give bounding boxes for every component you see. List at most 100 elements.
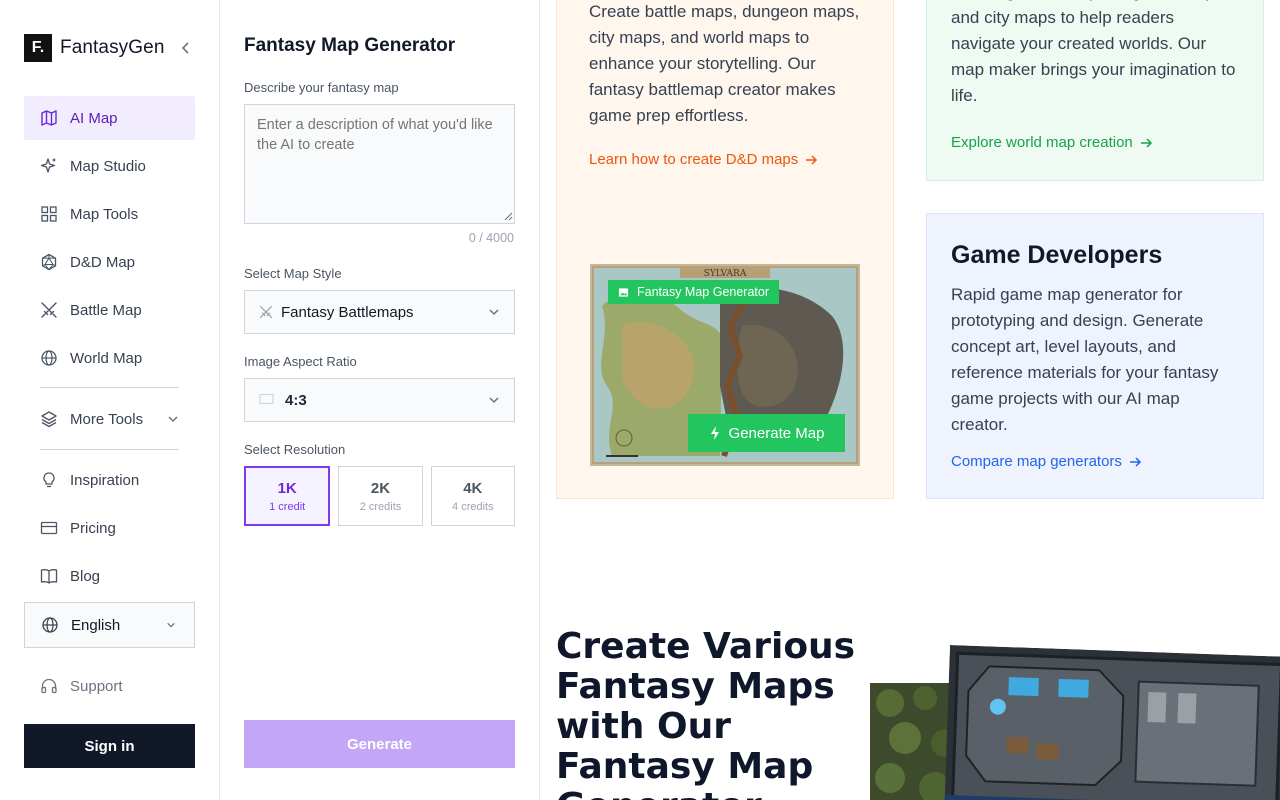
generate-button[interactable]: Generate <box>244 720 515 768</box>
d20-icon <box>40 253 58 271</box>
world-card-link[interactable]: Explore world map creation <box>951 134 1153 151</box>
sparkles-icon <box>40 157 58 175</box>
lightning-icon <box>710 426 719 440</box>
sidebar-item-ai-map[interactable]: AI Map <box>24 96 195 140</box>
main-content: Create battle maps, dungeon maps, city m… <box>540 0 1280 800</box>
resolution-value: 4K <box>463 479 483 497</box>
sidebar-item-dnd-map[interactable]: D&D Map <box>24 240 195 284</box>
image-icon <box>618 287 629 297</box>
collapse-sidebar-button[interactable] <box>176 38 196 58</box>
char-counter: 0 / 4000 <box>468 231 514 245</box>
resolution-credits: 1 credit <box>269 500 306 513</box>
game-card-heading: Game Developers <box>951 241 1163 269</box>
crossed-swords-icon <box>259 305 273 319</box>
sidebar-item-blog[interactable]: Blog <box>24 554 195 598</box>
game-card-text: Rapid game map generator for prototyping… <box>951 285 1219 434</box>
sidebar-item-label: D&D Map <box>70 253 136 271</box>
grid-icon <box>40 205 58 223</box>
description-input[interactable] <box>244 104 515 224</box>
language-select[interactable]: English <box>24 602 195 648</box>
generate-map-button[interactable]: Generate Map <box>688 414 845 452</box>
language-value: English <box>71 616 121 634</box>
sidebar-item-label: Pricing <box>70 519 116 537</box>
sidebar-item-label: Inspiration <box>70 471 140 489</box>
map-icon <box>40 109 58 127</box>
svg-text:SYLVARA: SYLVARA <box>704 269 747 279</box>
chevron-down-icon <box>166 620 176 630</box>
aspect-ratio-select[interactable]: 4:3 <box>244 378 515 422</box>
sidebar-item-inspiration[interactable]: Inspiration <box>24 458 195 502</box>
headphones-icon <box>40 677 58 695</box>
generator-panel: Fantasy Map Generator Describe your fant… <box>220 0 540 800</box>
lightbulb-icon <box>40 471 58 489</box>
game-card-link-label: Compare map generators <box>951 453 1122 470</box>
style-label: Select Map Style <box>244 266 342 281</box>
globe-icon <box>40 349 58 367</box>
brand: F. FantasyGen <box>24 34 196 62</box>
resolution-credits: 2 credits <box>359 500 402 513</box>
dnd-card-link-label: Learn how to create D&D maps <box>589 151 799 168</box>
globe-icon <box>41 616 59 634</box>
world-map-card: stunning world maps, regional maps, and … <box>926 0 1264 181</box>
chevron-down-icon <box>167 413 179 425</box>
sidebar-item-label: Map Studio <box>70 157 146 175</box>
chevron-down-icon <box>488 306 500 318</box>
brand-logo[interactable]: F. <box>24 34 52 62</box>
arrow-right-icon <box>1129 456 1141 467</box>
game-developers-card: Game Developers Rapid game map generator… <box>926 213 1264 499</box>
sidebar-divider <box>40 449 179 450</box>
rectangle-icon <box>259 393 275 407</box>
map-badge-label: Fantasy Map Generator <box>637 285 770 299</box>
sidebar-divider <box>40 387 179 388</box>
resolution-value: 2K <box>370 479 391 497</box>
description-label: Describe your fantasy map <box>244 80 399 95</box>
crossed-swords-icon <box>40 301 58 319</box>
map-style-select[interactable]: Fantasy Battlemaps <box>244 290 515 334</box>
resolution-credits: 4 credits <box>452 500 494 513</box>
chevron-down-icon <box>488 394 500 406</box>
chevron-left-icon <box>181 42 189 54</box>
game-card-link[interactable]: Compare map generators <box>951 453 1142 470</box>
dnd-card: Create battle maps, dungeon maps, city m… <box>556 0 894 499</box>
dnd-card-link[interactable]: Learn how to create D&D maps <box>589 151 818 168</box>
resolution-options: 1K 1 credit 2K 2 credits 4K 4 credits <box>244 466 515 526</box>
credit-card-icon <box>40 519 58 537</box>
sidebar-item-label: World Map <box>70 349 143 367</box>
resolution-option-2k[interactable]: 2K 2 credits <box>338 466 423 526</box>
support-link[interactable]: Support <box>24 664 195 708</box>
brand-name[interactable]: FantasyGen <box>60 37 165 59</box>
layers-icon <box>40 410 58 428</box>
resize-handle-icon[interactable] <box>504 212 513 221</box>
sidebar-item-world-map[interactable]: World Map <box>24 336 195 380</box>
world-card-text: stunning world maps, regional maps, and … <box>951 0 1236 105</box>
sidebar-item-more-tools[interactable]: More Tools <box>24 397 195 441</box>
map-examples-collage <box>870 645 1280 800</box>
arrow-right-icon <box>1140 137 1152 148</box>
sidebar-item-label: Map Tools <box>70 205 139 223</box>
sidebar-item-label: Blog <box>70 567 101 585</box>
generate-map-label: Generate Map <box>728 424 825 442</box>
panel-title: Fantasy Map Generator <box>244 35 456 56</box>
map-generator-badge: Fantasy Map Generator <box>608 280 780 304</box>
section-title: Create Various Fantasy Maps with Our Fan… <box>556 626 856 800</box>
book-icon <box>40 567 58 585</box>
sidebar-item-map-studio[interactable]: Map Studio <box>24 144 195 188</box>
sidebar-item-label: Battle Map <box>70 301 142 319</box>
sidebar: F. FantasyGen AI Map Map Studio Map Tool… <box>0 0 220 800</box>
resolution-option-4k[interactable]: 4K 4 credits <box>430 466 515 526</box>
sidebar-item-label: AI Map <box>70 109 118 127</box>
sign-in-button[interactable]: Sign in <box>24 724 195 768</box>
aspect-ratio-label: Image Aspect Ratio <box>244 354 357 369</box>
sidebar-item-map-tools[interactable]: Map Tools <box>24 192 195 236</box>
sidebar-item-battle-map[interactable]: Battle Map <box>24 288 195 332</box>
resolution-option-1k[interactable]: 1K 1 credit <box>244 466 331 526</box>
resolution-label: Select Resolution <box>244 442 346 457</box>
scifi-battlemap-image <box>944 645 1280 800</box>
brand-logo-letter: F. <box>31 39 45 56</box>
dnd-card-text: Create battle maps, dungeon maps, city m… <box>589 2 860 125</box>
world-card-link-label: Explore world map creation <box>951 134 1133 151</box>
aspect-ratio-value: 4:3 <box>285 391 307 409</box>
fantasy-map-preview[interactable]: SYLVARA Fantasy Map Generator Generate M… <box>590 264 860 466</box>
sidebar-item-pricing[interactable]: Pricing <box>24 506 195 550</box>
map-style-value: Fantasy Battlemaps <box>281 303 414 321</box>
